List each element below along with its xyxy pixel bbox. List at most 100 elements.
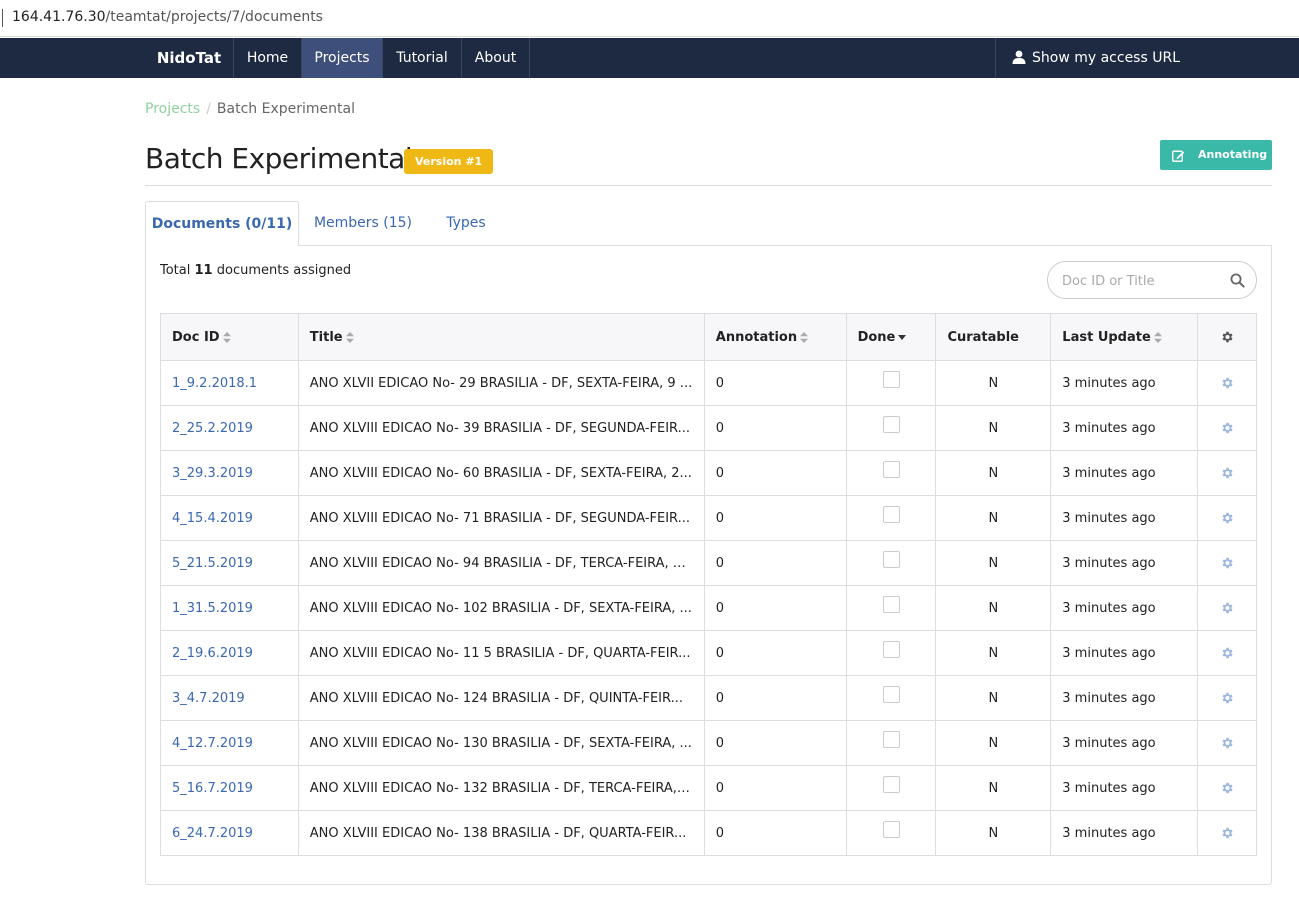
doc-id-link[interactable]: 1_9.2.2018.1	[160, 360, 299, 406]
breadcrumb-projects[interactable]: Projects	[145, 101, 200, 117]
done-checkbox[interactable]	[882, 595, 900, 613]
row-settings-button[interactable]	[1197, 360, 1257, 406]
documents-table-body: 1_9.2.2018.1 ANO XLVII EDICAO No- 29 BRAS…	[160, 360, 1257, 856]
nav-home[interactable]: Home	[234, 38, 302, 78]
doc-id-link[interactable]: 5_16.7.2019	[160, 765, 299, 811]
col-title[interactable]: Title	[297, 313, 705, 361]
col-settings[interactable]	[1197, 313, 1257, 361]
last-update: 3 minutes ago	[1050, 810, 1199, 856]
doc-id-link[interactable]: 6_24.7.2019	[160, 810, 299, 856]
doc-title: ANO XLVIII EDICAO No- 102 BRASILIA - DF,…	[297, 585, 705, 631]
gear-icon	[1222, 422, 1233, 434]
table-row: 5_21.5.2019 ANO XLVIII EDICAO No- 94 BRAS…	[160, 540, 1257, 586]
last-update: 3 minutes ago	[1050, 720, 1199, 766]
row-settings-button[interactable]	[1197, 450, 1257, 496]
annotating-button[interactable]: Annotating	[1160, 140, 1272, 170]
col-title-label: Title	[309, 329, 343, 345]
access-url-button[interactable]: Show my access URL (willian_martin)	[995, 38, 1272, 106]
doc-id-link[interactable]: 2_25.2.2019	[160, 405, 299, 451]
row-settings-button[interactable]	[1197, 765, 1257, 811]
doc-id-link[interactable]: 4_15.4.2019	[160, 495, 299, 541]
curatable-value: N	[935, 540, 1052, 586]
nav-tutorial[interactable]: Tutorial	[383, 38, 462, 78]
done-checkbox[interactable]	[882, 685, 900, 703]
url-text[interactable]: 164.41.76.30/teamtat/projects/7/document…	[12, 9, 323, 25]
title-divider	[145, 185, 1272, 186]
row-settings-button[interactable]	[1197, 585, 1257, 631]
done-cell	[845, 765, 937, 811]
row-settings-button[interactable]	[1197, 405, 1257, 451]
nav-projects[interactable]: Projects	[302, 38, 383, 78]
caret-down-icon	[898, 334, 907, 340]
gear-icon	[1222, 557, 1233, 569]
doc-id-link[interactable]: 3_4.7.2019	[160, 675, 299, 721]
curatable-value: N	[935, 630, 1052, 676]
annotation-count: 0	[703, 540, 847, 586]
table-row: 3_29.3.2019 ANO XLVIII EDICAO No- 60 BRAS…	[160, 450, 1257, 496]
doc-id-link[interactable]: 2_19.6.2019	[160, 630, 299, 676]
doc-id-link[interactable]: 4_12.7.2019	[160, 720, 299, 766]
last-update: 3 minutes ago	[1050, 405, 1199, 451]
row-settings-button[interactable]	[1197, 630, 1257, 676]
col-last-update[interactable]: Last Update	[1050, 313, 1199, 361]
table-row: 1_31.5.2019 ANO XLVIII EDICAO No- 102 BRA…	[160, 585, 1257, 631]
browser-address-bar[interactable]: 164.41.76.30/teamtat/projects/7/document…	[0, 0, 1299, 37]
done-checkbox[interactable]	[882, 505, 900, 523]
last-update: 3 minutes ago	[1050, 495, 1199, 541]
curatable-value: N	[935, 360, 1052, 406]
doc-title: ANO XLVIII EDICAO No- 130 BRASILIA - DF,…	[297, 720, 705, 766]
col-done[interactable]: Done	[845, 313, 937, 361]
table-row: 4_15.4.2019 ANO XLVIII EDICAO No- 71 BRAS…	[160, 495, 1257, 541]
col-curatable: Curatable	[935, 313, 1052, 361]
done-checkbox[interactable]	[882, 640, 900, 658]
tab-types[interactable]: Types	[430, 201, 502, 246]
gear-icon	[1222, 331, 1233, 343]
brand-logo[interactable]: NidoTat	[145, 38, 234, 78]
done-cell	[845, 495, 937, 541]
row-settings-button[interactable]	[1197, 720, 1257, 766]
done-cell	[845, 810, 937, 856]
col-doc-id[interactable]: Doc ID	[160, 313, 299, 361]
row-settings-button[interactable]	[1197, 810, 1257, 856]
table-row: 6_24.7.2019 ANO XLVIII EDICAO No- 138 BRA…	[160, 810, 1257, 856]
search-box	[1047, 261, 1257, 299]
done-checkbox[interactable]	[882, 730, 900, 748]
done-checkbox[interactable]	[882, 370, 900, 388]
annotation-count: 0	[703, 810, 847, 856]
done-checkbox[interactable]	[882, 820, 900, 838]
curatable-value: N	[935, 405, 1052, 451]
url-host: 164.41.76.30	[12, 9, 106, 25]
done-checkbox[interactable]	[882, 415, 900, 433]
col-annotation[interactable]: Annotation	[703, 313, 847, 361]
row-settings-button[interactable]	[1197, 675, 1257, 721]
done-checkbox[interactable]	[882, 550, 900, 568]
row-settings-button[interactable]	[1197, 540, 1257, 586]
search-input[interactable]	[1062, 271, 1222, 291]
access-url-label: Show my access URL (willian_martin)	[1012, 50, 1180, 106]
done-cell	[845, 540, 937, 586]
done-checkbox[interactable]	[882, 775, 900, 793]
curatable-value: N	[935, 495, 1052, 541]
table-row: 3_4.7.2019 ANO XLVIII EDICAO No- 124 BRAS…	[160, 675, 1257, 721]
annotation-count: 0	[703, 360, 847, 406]
summary-suffix: documents assigned	[216, 263, 352, 278]
tab-members[interactable]: Members (15)	[306, 201, 420, 246]
annotating-label: Annotating	[1198, 148, 1268, 161]
user-icon	[1012, 50, 1026, 64]
done-checkbox[interactable]	[882, 460, 900, 478]
curatable-value: N	[935, 450, 1052, 496]
doc-id-link[interactable]: 5_21.5.2019	[160, 540, 299, 586]
nav-about[interactable]: About	[462, 38, 530, 78]
annotation-count: 0	[703, 495, 847, 541]
annotation-count: 0	[703, 720, 847, 766]
last-update: 3 minutes ago	[1050, 585, 1199, 631]
row-settings-button[interactable]	[1197, 495, 1257, 541]
table-row: 4_12.7.2019 ANO XLVIII EDICAO No- 130 BRA…	[160, 720, 1257, 766]
tab-documents[interactable]: Documents (0/11)	[145, 201, 299, 246]
annotation-count: 0	[703, 765, 847, 811]
doc-id-link[interactable]: 1_31.5.2019	[160, 585, 299, 631]
doc-id-link[interactable]: 3_29.3.2019	[160, 450, 299, 496]
search-icon[interactable]	[1230, 273, 1245, 288]
sort-icon	[1153, 331, 1162, 343]
breadcrumb: Projects / Batch Experimental	[145, 101, 355, 117]
